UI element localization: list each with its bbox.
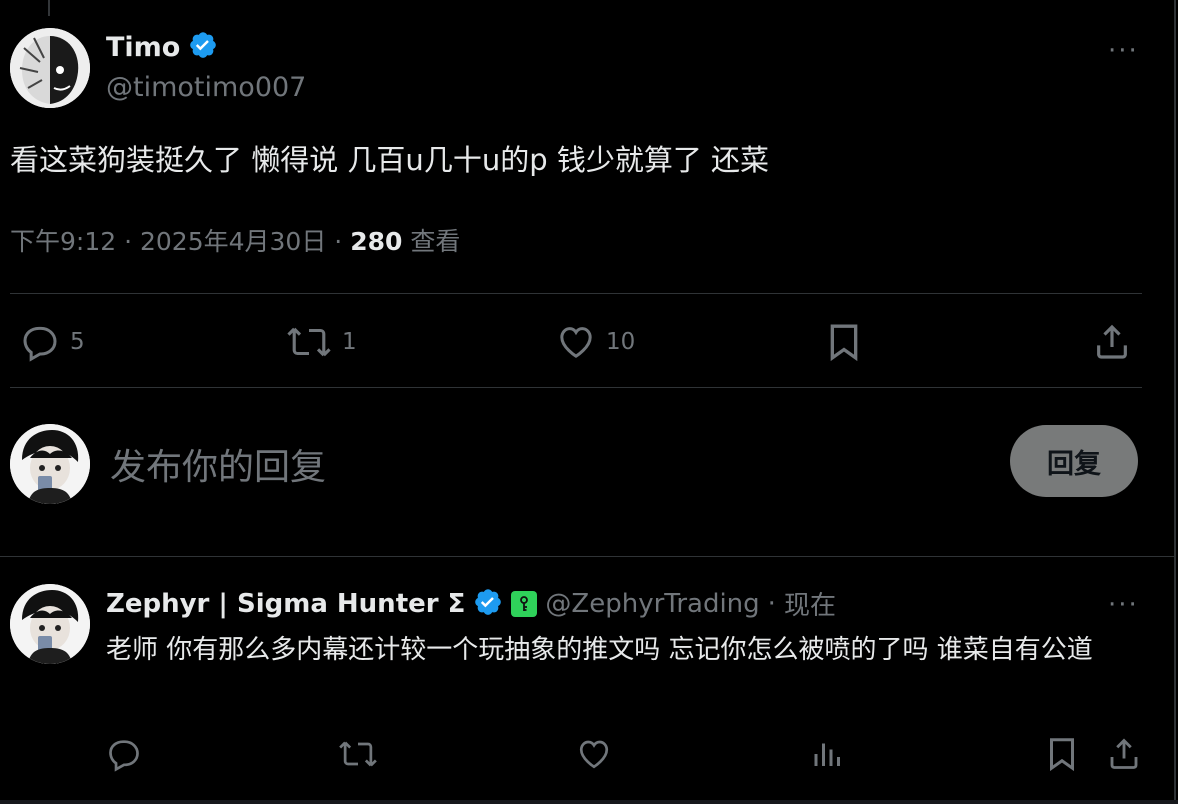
share-icon[interactable] [1106,736,1142,772]
reply-retweet-action[interactable] [338,736,378,772]
reply-author-name[interactable]: Zephyr | Sigma Hunter Σ [106,589,465,619]
reply-reply-action[interactable] [106,736,142,772]
verified-badge-icon[interactable] [188,30,218,64]
user-avatar[interactable] [10,424,90,504]
like-action[interactable]: 10 [556,322,635,362]
divider [0,556,1174,557]
reply-icon[interactable] [106,736,142,772]
more-icon[interactable]: ··· [1108,592,1139,618]
analytics-icon[interactable] [810,736,846,772]
reply-input[interactable]: 发布你的回复 [110,438,326,490]
reply-analytics-action[interactable] [810,736,846,772]
retweet-count: 1 [342,329,357,355]
reply-time[interactable]: 现在 [784,585,836,622]
author-name[interactable]: Timo [106,32,180,63]
reply-like-action[interactable] [576,736,612,772]
like-count: 10 [606,329,636,355]
reply-separator: · [767,588,776,619]
share-icon[interactable] [1092,322,1132,362]
retweet-icon[interactable] [338,736,378,772]
bookmark-icon[interactable] [1046,736,1078,772]
reply-action[interactable]: 5 [20,322,85,362]
views-count: 280 [350,227,403,256]
bookmark-action[interactable] [826,322,862,362]
reply-author-avatar[interactable] [10,584,90,664]
reply-header: Zephyr | Sigma Hunter Σ @ZephyrTrading ·… [106,585,836,622]
meta-separator: · [334,227,343,256]
more-icon[interactable]: ··· [1108,38,1139,64]
tweet-meta: 下午9:12 · 2025年4月30日 · 280 查看 [10,222,460,258]
tweet-time[interactable]: 下午9:12 [10,227,116,256]
verified-badge-icon[interactable] [473,587,503,621]
views-label: 查看 [410,227,461,256]
like-icon[interactable] [556,322,596,362]
divider [10,387,1142,388]
bottom-border [0,800,1178,804]
reply-bookmark-action[interactable] [1046,736,1078,772]
like-icon[interactable] [576,736,612,772]
author-avatar[interactable] [10,28,90,108]
retweet-action[interactable]: 1 [286,322,357,362]
share-action[interactable] [1092,322,1132,362]
divider [10,293,1142,294]
author-handle[interactable]: @timotimo007 [106,72,306,103]
column-border [1174,0,1176,804]
retweet-icon[interactable] [286,322,332,362]
reply-share-action[interactable] [1106,736,1142,772]
reply-count: 5 [70,329,85,355]
tweet-date[interactable]: 2025年4月30日 [140,227,326,256]
thread-connector-line [48,0,50,16]
author-name-row[interactable]: Timo [106,30,218,64]
reply-author-handle[interactable]: @ZephyrTrading [545,589,759,619]
tweet-text: 看这菜狗装挺久了 懒得说 几百u几十u的p 钱少就算了 还菜 [10,143,770,177]
bookmark-icon[interactable] [826,322,862,362]
reply-button[interactable]: 回复 [1010,425,1138,497]
reply-icon[interactable] [20,322,60,362]
key-badge-icon[interactable] [511,590,538,617]
reply-text: 老师 你有那么多内幕还计较一个玩抽象的推文吗 忘记你怎么被喷的了吗 谁菜自有公道 [106,635,1093,665]
meta-separator: · [124,227,133,256]
